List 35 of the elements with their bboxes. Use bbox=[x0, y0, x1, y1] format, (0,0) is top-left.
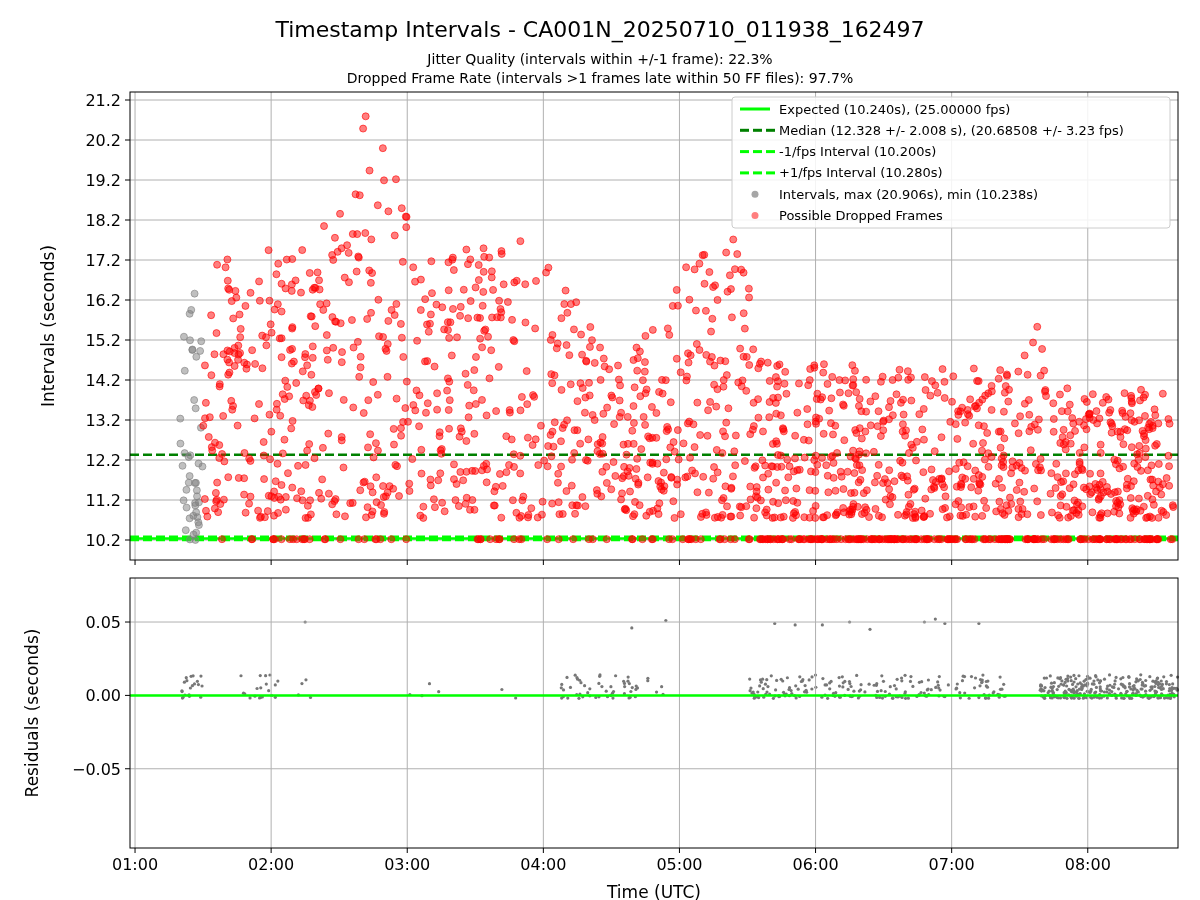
y-tick-label: 17.2 bbox=[85, 251, 121, 270]
y-tick-label: 21.2 bbox=[85, 91, 121, 110]
x-tick-label: 08:00 bbox=[1064, 855, 1111, 874]
y-tick-label: 10.2 bbox=[85, 531, 121, 550]
x-axis-label: Time (UTC) bbox=[607, 882, 701, 900]
y-tick-label: 0.00 bbox=[85, 686, 121, 706]
legend-label: Intervals, max (20.906s), min (10.238s) bbox=[779, 186, 1038, 202]
y-tick-label: 13.2 bbox=[85, 411, 121, 430]
chart-subtitle: Dropped Frame Rate (intervals >1 frames late within 50 FF files): 97.7% bbox=[346, 70, 854, 86]
y-tick-label: 14.2 bbox=[85, 371, 121, 390]
legend-label: Expected (10.240s), (25.00000 fps) bbox=[779, 101, 1011, 117]
x-tick-label: 04:00 bbox=[520, 855, 567, 874]
y-tick-label: 12.2 bbox=[85, 451, 121, 470]
y-tick-label: 15.2 bbox=[85, 331, 121, 350]
x-tick-label: 03:00 bbox=[384, 855, 431, 874]
legend-label: Median (12.328 +/- 2.008 s), (20.68508 +/- 3.23 fps) bbox=[779, 122, 1124, 138]
x-tick-label: 05:00 bbox=[656, 855, 703, 874]
legend-label: +1/fps Interval (10.280s) bbox=[779, 165, 943, 181]
x-tick-label: 06:00 bbox=[792, 855, 839, 874]
x-tick-label: 01:00 bbox=[112, 855, 159, 874]
y-axis-label: Intervals (seconds) bbox=[38, 244, 58, 408]
y-tick-label: 16.2 bbox=[85, 291, 121, 310]
y-tick-label: 20.2 bbox=[85, 131, 121, 150]
x-tick-label: 07:00 bbox=[928, 855, 975, 874]
chart-title: Timestamp Intervals - CA001N_20250710_011938_162497 bbox=[275, 17, 925, 42]
chart-subtitle: Jitter Quality (intervals within +/-1 frame): 22.3% bbox=[427, 51, 773, 67]
x-tick-label: 02:00 bbox=[248, 855, 295, 874]
y-tick-label: 18.2 bbox=[85, 211, 121, 230]
y-tick-label: 11.2 bbox=[85, 491, 121, 510]
y-tick-label: −0.05 bbox=[71, 759, 121, 779]
y-tick-label: 0.05 bbox=[85, 613, 121, 632]
y-axis-label: Residuals (seconds) bbox=[22, 628, 42, 798]
legend-label: -1/fps Interval (10.200s) bbox=[779, 144, 937, 160]
legend-label: Possible Dropped Frames bbox=[779, 208, 943, 223]
y-tick-label: 19.2 bbox=[85, 171, 121, 190]
